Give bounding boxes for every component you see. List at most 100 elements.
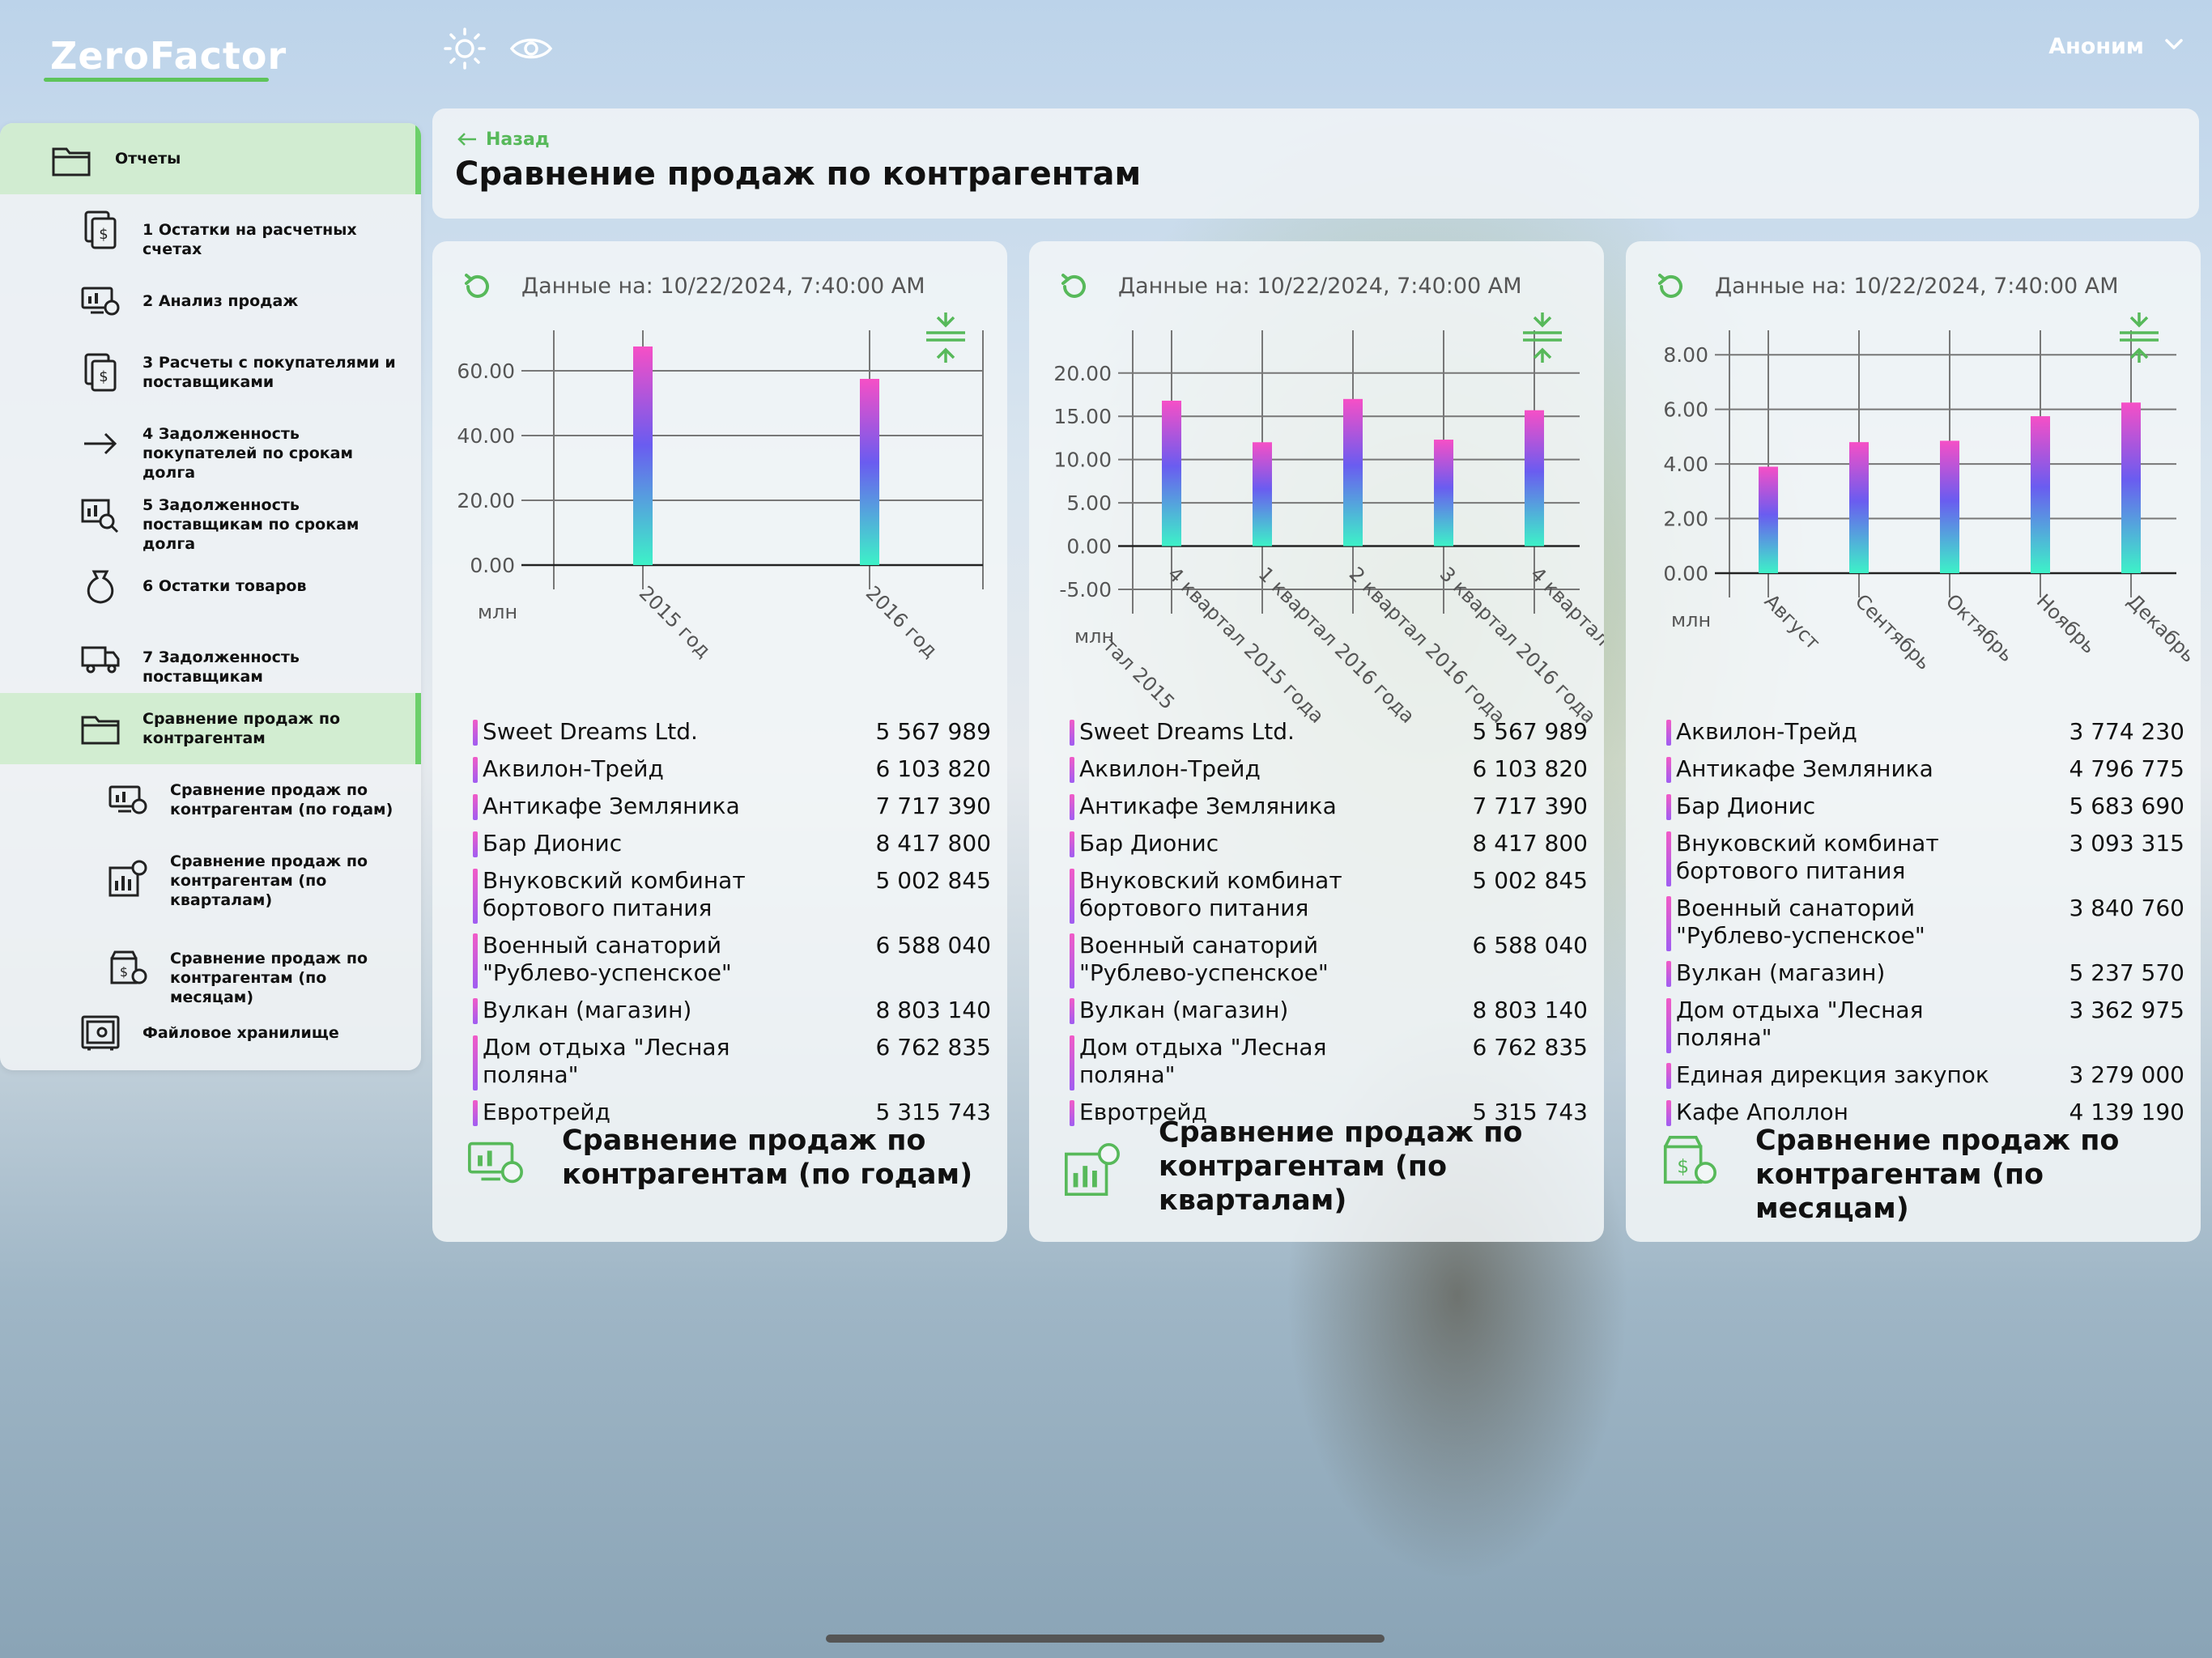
list-item[interactable]: Антикафе Земляника 4 796 775 xyxy=(1666,752,2184,789)
folder-icon xyxy=(52,147,91,176)
store-finance-icon: $ xyxy=(1663,1135,1716,1184)
series-color-marker xyxy=(1666,961,1671,987)
user-menu[interactable]: Аноним xyxy=(2048,34,2144,59)
list-item[interactable]: Военный санаторий "Рублево-успенское" 6 5… xyxy=(473,929,991,993)
list-item[interactable]: Внуковский комбинат бортового питания 5 0… xyxy=(473,864,991,929)
series-color-marker xyxy=(1070,831,1074,857)
counterparty-name: Аквилон-Трейд xyxy=(1079,755,1261,782)
collapse-icon[interactable] xyxy=(1518,312,1567,363)
sidebar-item-customer-debt[interactable]: 4 Задолженность покупателей по срокам до… xyxy=(0,408,421,482)
list-item[interactable]: Бар Дионис 8 417 800 xyxy=(1070,827,1588,864)
store-finance-icon: $ xyxy=(110,950,147,984)
eye-icon[interactable] xyxy=(507,24,555,73)
list-item[interactable]: Бар Дионис 8 417 800 xyxy=(473,827,991,864)
series-color-marker xyxy=(1070,998,1074,1024)
list-item[interactable]: Внуковский комбинат бортового питания 3 0… xyxy=(1666,827,2184,891)
counterparty-name: Вулкан (магазин) xyxy=(1676,959,1886,986)
counterparty-value: 8 803 140 xyxy=(1472,997,1588,1023)
list-item[interactable]: Вулкан (магазин) 8 803 140 xyxy=(473,993,991,1031)
sidebar-item-supplier-debt-terms[interactable]: 5 Задолженность поставщикам по срокам до… xyxy=(0,479,421,553)
sidebar-item-reports[interactable]: Отчеты xyxy=(0,123,421,194)
y-tick-label: 6.00 xyxy=(1663,398,1708,422)
collapse-icon[interactable] xyxy=(921,312,970,363)
y-tick-label: 10.00 xyxy=(1053,449,1112,472)
money-bag-icon xyxy=(87,570,114,604)
counterparty-name: Антикафе Земляника xyxy=(483,793,740,819)
list-item[interactable]: Аквилон-Трейд 3 774 230 xyxy=(1666,715,2184,752)
app-logo[interactable]: ZeroFactor xyxy=(50,34,287,78)
x-tick-label: 4 квартал 2015 года xyxy=(1163,563,1329,728)
counterparty-name: Кафе Аполлон xyxy=(1676,1099,1848,1125)
list-item[interactable]: Дом отдыха "Лесная поляна" 6 762 835 xyxy=(473,1031,991,1095)
back-link[interactable]: Назад xyxy=(457,130,550,150)
folder-icon xyxy=(81,716,120,745)
counterparty-value: 3 362 975 xyxy=(2069,997,2184,1023)
back-label: Назад xyxy=(486,130,550,150)
sidebar-item-by-years[interactable]: Сравнение продаж по контрагентам (по год… xyxy=(0,764,421,835)
x-tick-label: тал 2015 xyxy=(1099,633,1180,714)
report-board-icon xyxy=(108,860,147,897)
sidebar-item-label: Отчеты xyxy=(115,150,181,168)
sidebar-item-sales-analysis[interactable]: 2 Анализ продаж xyxy=(0,266,421,337)
report-card-quarters[interactable]: Данные на: 10/22/2024, 7:40:00 AM -5.00 0… xyxy=(1029,241,1604,1242)
sidebar-item-settlements[interactable]: $ 3 Расчеты с покупателями и поставщикам… xyxy=(0,337,421,408)
counterparty-value: 7 717 390 xyxy=(875,793,991,819)
sidebar-item-by-quarters[interactable]: Сравнение продаж по контрагентам (по ква… xyxy=(0,835,421,925)
list-item[interactable]: Аквилон-Трейд 6 103 820 xyxy=(473,752,991,789)
bar xyxy=(1162,400,1181,546)
list-item[interactable]: Sweet Dreams Ltd. 5 567 989 xyxy=(473,715,991,752)
list-item[interactable]: Внуковский комбинат бортового питания 5 0… xyxy=(1070,864,1588,929)
list-item[interactable]: Антикафе Земляника 7 717 390 xyxy=(1070,789,1588,827)
counterparty-value: 5 002 845 xyxy=(875,867,991,894)
sidebar-item-file-storage[interactable]: Файловое хранилище xyxy=(0,997,421,1069)
sidebar-item-sales-comparison[interactable]: Сравнение продаж по контрагентам xyxy=(0,693,421,764)
bar xyxy=(2031,416,2050,573)
sidebar-item-balances[interactable]: $ 1 Остатки на расчетных счетах xyxy=(0,194,421,266)
list-item[interactable]: Аквилон-Трейд 6 103 820 xyxy=(1070,752,1588,789)
counterparty-name: Sweet Dreams Ltd. xyxy=(1079,718,1295,745)
series-color-marker xyxy=(473,831,478,857)
counterparty-value: 4 139 190 xyxy=(2069,1099,2184,1125)
x-tick-label: 1 квартал 2016 года xyxy=(1254,563,1419,728)
sidebar-item-label: 3 Расчеты с покупателями и поставщиками xyxy=(143,354,396,391)
list-item[interactable]: Вулкан (магазин) 8 803 140 xyxy=(1070,993,1588,1031)
list-item[interactable]: Дом отдыха "Лесная поляна" 6 762 835 xyxy=(1070,1031,1588,1095)
x-tick-label: Ноябрь xyxy=(2032,589,2100,657)
counterparty-value: 5 315 743 xyxy=(875,1099,991,1125)
sidebar: Отчеты $ 1 Остатки на расчетных счетах 2… xyxy=(0,123,421,1070)
home-indicator[interactable] xyxy=(826,1635,1385,1643)
report-card-months[interactable]: Данные на: 10/22/2024, 7:40:00 AM 0.00 2.… xyxy=(1626,241,2201,1242)
sidebar-item-label: Сравнение продаж по контрагентам (по ква… xyxy=(170,852,368,909)
counterparty-name: Военный санаторий "Рублево-успенское" xyxy=(1676,895,1925,949)
analytics-search-icon xyxy=(81,499,119,534)
counterparty-value: 5 567 989 xyxy=(875,718,991,745)
counterparty-value: 6 762 835 xyxy=(1472,1034,1588,1061)
list-item[interactable]: Антикафе Земляника 7 717 390 xyxy=(473,789,991,827)
list-item[interactable]: Дом отдыха "Лесная поляна" 3 362 975 xyxy=(1666,993,2184,1058)
sidebar-item-supplier-debt[interactable]: 7 Задолженность поставщикам xyxy=(0,622,421,693)
x-tick-label: 2015 год xyxy=(635,581,715,661)
list-item[interactable]: Бар Дионис 5 683 690 xyxy=(1666,789,2184,827)
y-tick-label: 4.00 xyxy=(1663,453,1708,476)
chevron-down-icon[interactable] xyxy=(2162,32,2186,57)
sidebar-item-stock[interactable]: 6 Остатки товаров xyxy=(0,551,421,622)
report-card-years[interactable]: Данные на: 10/22/2024, 7:40:00 AM 0.00 20… xyxy=(432,241,1007,1242)
counterparty-name: Внуковский комбинат бортового питания xyxy=(1079,867,1342,921)
list-item[interactable]: Военный санаторий "Рублево-успенское" 3 8… xyxy=(1666,891,2184,956)
sun-icon[interactable] xyxy=(440,24,489,73)
bar xyxy=(860,379,879,565)
list-item[interactable]: Вулкан (магазин) 5 237 570 xyxy=(1666,956,2184,993)
sidebar-item-label: 2 Анализ продаж xyxy=(143,292,299,310)
sidebar-item-label: 1 Остатки на расчетных счетах xyxy=(143,221,357,258)
x-tick-label: Август xyxy=(1760,589,1825,654)
counterparty-value: 8 417 800 xyxy=(875,830,991,857)
list-item[interactable]: Военный санаторий "Рублево-успенское" 6 5… xyxy=(1070,929,1588,993)
counterparty-name: Евротрейд xyxy=(483,1099,610,1125)
logo-underline xyxy=(44,78,269,82)
bar xyxy=(1525,410,1544,546)
counterparty-value: 5 237 570 xyxy=(2069,959,2184,986)
collapse-icon[interactable] xyxy=(2115,312,2163,363)
list-item[interactable]: Единая дирекция закупок 3 279 000 xyxy=(1666,1058,2184,1095)
sidebar-item-by-months[interactable]: $ Сравнение продаж по контрагентам (по м… xyxy=(0,933,421,1006)
list-item[interactable]: Sweet Dreams Ltd. 5 567 989 xyxy=(1070,715,1588,752)
